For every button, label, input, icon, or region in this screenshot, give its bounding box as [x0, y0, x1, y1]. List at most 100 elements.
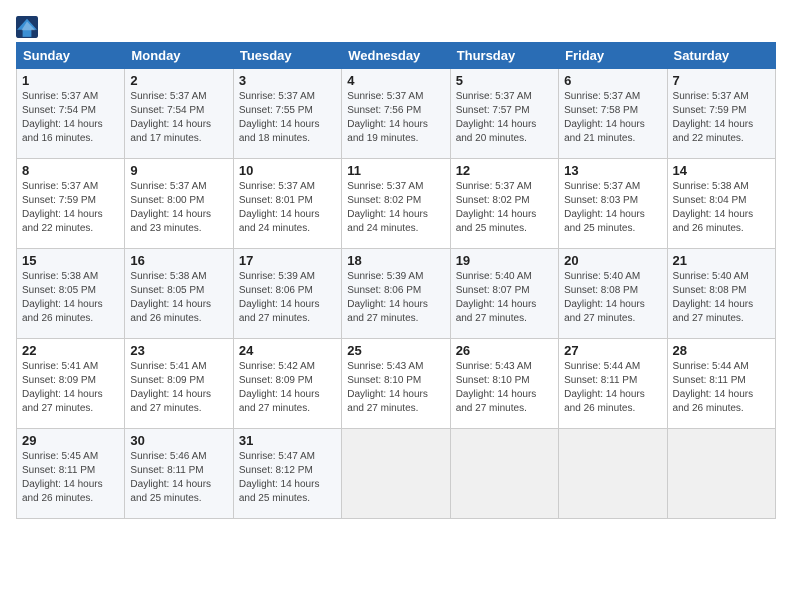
- day-info: Sunrise: 5:39 AM Sunset: 8:06 PM Dayligh…: [347, 270, 444, 326]
- day-cell: 9 Sunrise: 5:37 AM Sunset: 8:00 PM Daylig…: [125, 159, 233, 249]
- week-row-2: 8 Sunrise: 5:37 AM Sunset: 7:59 PM Daylig…: [17, 159, 776, 249]
- header-tuesday: Tuesday: [233, 43, 341, 69]
- week-row-4: 22Sunrise: 5:41 AM Sunset: 8:09 PM Dayli…: [17, 339, 776, 429]
- day-cell: 10 Sunrise: 5:37 AM Sunset: 8:01 PM Dayli…: [233, 159, 341, 249]
- day-cell: 5 Sunrise: 5:37 AM Sunset: 7:57 PM Daylig…: [450, 69, 558, 159]
- day-info: Sunrise: 5:37 AM Sunset: 8:03 PM Dayligh…: [564, 180, 661, 236]
- day-cell: 16 Sunrise: 5:38 AM Sunset: 8:05 PM Dayli…: [125, 249, 233, 339]
- day-number: 14: [673, 163, 770, 178]
- week-row-5: 29 Sunrise: 5:45 AM Sunset: 8:11 PM Dayli…: [17, 429, 776, 519]
- day-number: 13: [564, 163, 661, 178]
- day-cell: [450, 429, 558, 519]
- header-row: SundayMondayTuesdayWednesdayThursdayFrid…: [17, 43, 776, 69]
- day-number: 15: [22, 253, 119, 268]
- day-cell: 21Sunrise: 5:40 AM Sunset: 8:08 PM Dayli…: [667, 249, 775, 339]
- calendar-table: SundayMondayTuesdayWednesdayThursdayFrid…: [16, 42, 776, 519]
- day-cell: [559, 429, 667, 519]
- day-info: Sunrise: 5:37 AM Sunset: 8:02 PM Dayligh…: [456, 180, 553, 236]
- day-info: Sunrise: 5:43 AM Sunset: 8:10 PM Dayligh…: [456, 360, 553, 416]
- day-info: Sunrise: 5:37 AM Sunset: 8:02 PM Dayligh…: [347, 180, 444, 236]
- day-number: 3: [239, 73, 336, 88]
- day-info: Sunrise: 5:41 AM Sunset: 8:09 PM Dayligh…: [22, 360, 119, 416]
- day-info: Sunrise: 5:44 AM Sunset: 8:11 PM Dayligh…: [673, 360, 770, 416]
- day-cell: 15 Sunrise: 5:38 AM Sunset: 8:05 PM Dayli…: [17, 249, 125, 339]
- day-info: Sunrise: 5:37 AM Sunset: 7:58 PM Dayligh…: [564, 90, 661, 146]
- day-info: Sunrise: 5:37 AM Sunset: 7:55 PM Dayligh…: [239, 90, 336, 146]
- header-friday: Friday: [559, 43, 667, 69]
- day-cell: 18Sunrise: 5:39 AM Sunset: 8:06 PM Dayli…: [342, 249, 450, 339]
- day-info: Sunrise: 5:38 AM Sunset: 8:05 PM Dayligh…: [22, 270, 119, 326]
- day-cell: 14 Sunrise: 5:38 AM Sunset: 8:04 PM Dayli…: [667, 159, 775, 249]
- day-cell: 11 Sunrise: 5:37 AM Sunset: 8:02 PM Dayli…: [342, 159, 450, 249]
- day-cell: 24 Sunrise: 5:42 AM Sunset: 8:09 PM Dayli…: [233, 339, 341, 429]
- day-number: 21: [673, 253, 770, 268]
- day-cell: 13 Sunrise: 5:37 AM Sunset: 8:03 PM Dayli…: [559, 159, 667, 249]
- day-info: Sunrise: 5:46 AM Sunset: 8:11 PM Dayligh…: [130, 450, 227, 506]
- day-cell: 29 Sunrise: 5:45 AM Sunset: 8:11 PM Dayli…: [17, 429, 125, 519]
- day-number: 10: [239, 163, 336, 178]
- day-cell: 31 Sunrise: 5:47 AM Sunset: 8:12 PM Dayli…: [233, 429, 341, 519]
- day-info: Sunrise: 5:38 AM Sunset: 8:05 PM Dayligh…: [130, 270, 227, 326]
- day-cell: 28 Sunrise: 5:44 AM Sunset: 8:11 PM Dayli…: [667, 339, 775, 429]
- day-number: 1: [22, 73, 119, 88]
- day-number: 24: [239, 343, 336, 358]
- day-info: Sunrise: 5:37 AM Sunset: 7:54 PM Dayligh…: [130, 90, 227, 146]
- day-info: Sunrise: 5:37 AM Sunset: 7:59 PM Dayligh…: [22, 180, 119, 236]
- day-number: 23: [130, 343, 227, 358]
- day-info: Sunrise: 5:43 AM Sunset: 8:10 PM Dayligh…: [347, 360, 444, 416]
- day-info: Sunrise: 5:38 AM Sunset: 8:04 PM Dayligh…: [673, 180, 770, 236]
- day-info: Sunrise: 5:37 AM Sunset: 8:01 PM Dayligh…: [239, 180, 336, 236]
- logo-icon: [16, 16, 38, 38]
- day-info: Sunrise: 5:37 AM Sunset: 7:54 PM Dayligh…: [22, 90, 119, 146]
- day-number: 28: [673, 343, 770, 358]
- day-number: 5: [456, 73, 553, 88]
- day-cell: 6 Sunrise: 5:37 AM Sunset: 7:58 PM Daylig…: [559, 69, 667, 159]
- day-number: 11: [347, 163, 444, 178]
- day-info: Sunrise: 5:37 AM Sunset: 7:59 PM Dayligh…: [673, 90, 770, 146]
- day-info: Sunrise: 5:37 AM Sunset: 8:00 PM Dayligh…: [130, 180, 227, 236]
- day-number: 4: [347, 73, 444, 88]
- day-cell: 20Sunrise: 5:40 AM Sunset: 8:08 PM Dayli…: [559, 249, 667, 339]
- day-number: 30: [130, 433, 227, 448]
- day-info: Sunrise: 5:41 AM Sunset: 8:09 PM Dayligh…: [130, 360, 227, 416]
- day-info: Sunrise: 5:37 AM Sunset: 7:57 PM Dayligh…: [456, 90, 553, 146]
- day-number: 17: [239, 253, 336, 268]
- day-number: 6: [564, 73, 661, 88]
- header-wednesday: Wednesday: [342, 43, 450, 69]
- header: [16, 16, 776, 38]
- day-number: 2: [130, 73, 227, 88]
- day-cell: 1 Sunrise: 5:37 AM Sunset: 7:54 PM Daylig…: [17, 69, 125, 159]
- day-number: 26: [456, 343, 553, 358]
- day-cell: [667, 429, 775, 519]
- day-number: 25: [347, 343, 444, 358]
- day-number: 12: [456, 163, 553, 178]
- day-cell: 27Sunrise: 5:44 AM Sunset: 8:11 PM Dayli…: [559, 339, 667, 429]
- day-number: 8: [22, 163, 119, 178]
- day-number: 19: [456, 253, 553, 268]
- header-sunday: Sunday: [17, 43, 125, 69]
- day-cell: 7Sunrise: 5:37 AM Sunset: 7:59 PM Daylig…: [667, 69, 775, 159]
- day-cell: 19 Sunrise: 5:40 AM Sunset: 8:07 PM Dayli…: [450, 249, 558, 339]
- day-info: Sunrise: 5:47 AM Sunset: 8:12 PM Dayligh…: [239, 450, 336, 506]
- day-info: Sunrise: 5:39 AM Sunset: 8:06 PM Dayligh…: [239, 270, 336, 326]
- day-number: 20: [564, 253, 661, 268]
- day-info: Sunrise: 5:40 AM Sunset: 8:07 PM Dayligh…: [456, 270, 553, 326]
- day-info: Sunrise: 5:44 AM Sunset: 8:11 PM Dayligh…: [564, 360, 661, 416]
- day-info: Sunrise: 5:42 AM Sunset: 8:09 PM Dayligh…: [239, 360, 336, 416]
- logo: [16, 16, 40, 38]
- week-row-1: 1 Sunrise: 5:37 AM Sunset: 7:54 PM Daylig…: [17, 69, 776, 159]
- day-number: 29: [22, 433, 119, 448]
- day-info: Sunrise: 5:45 AM Sunset: 8:11 PM Dayligh…: [22, 450, 119, 506]
- day-info: Sunrise: 5:37 AM Sunset: 7:56 PM Dayligh…: [347, 90, 444, 146]
- day-cell: 23 Sunrise: 5:41 AM Sunset: 8:09 PM Dayli…: [125, 339, 233, 429]
- day-number: 9: [130, 163, 227, 178]
- day-cell: 3 Sunrise: 5:37 AM Sunset: 7:55 PM Daylig…: [233, 69, 341, 159]
- day-cell: 22Sunrise: 5:41 AM Sunset: 8:09 PM Dayli…: [17, 339, 125, 429]
- day-cell: 8 Sunrise: 5:37 AM Sunset: 7:59 PM Daylig…: [17, 159, 125, 249]
- day-cell: 30 Sunrise: 5:46 AM Sunset: 8:11 PM Dayli…: [125, 429, 233, 519]
- header-thursday: Thursday: [450, 43, 558, 69]
- day-number: 31: [239, 433, 336, 448]
- day-number: 16: [130, 253, 227, 268]
- day-cell: 25 Sunrise: 5:43 AM Sunset: 8:10 PM Dayli…: [342, 339, 450, 429]
- calendar-body: 1 Sunrise: 5:37 AM Sunset: 7:54 PM Daylig…: [17, 69, 776, 519]
